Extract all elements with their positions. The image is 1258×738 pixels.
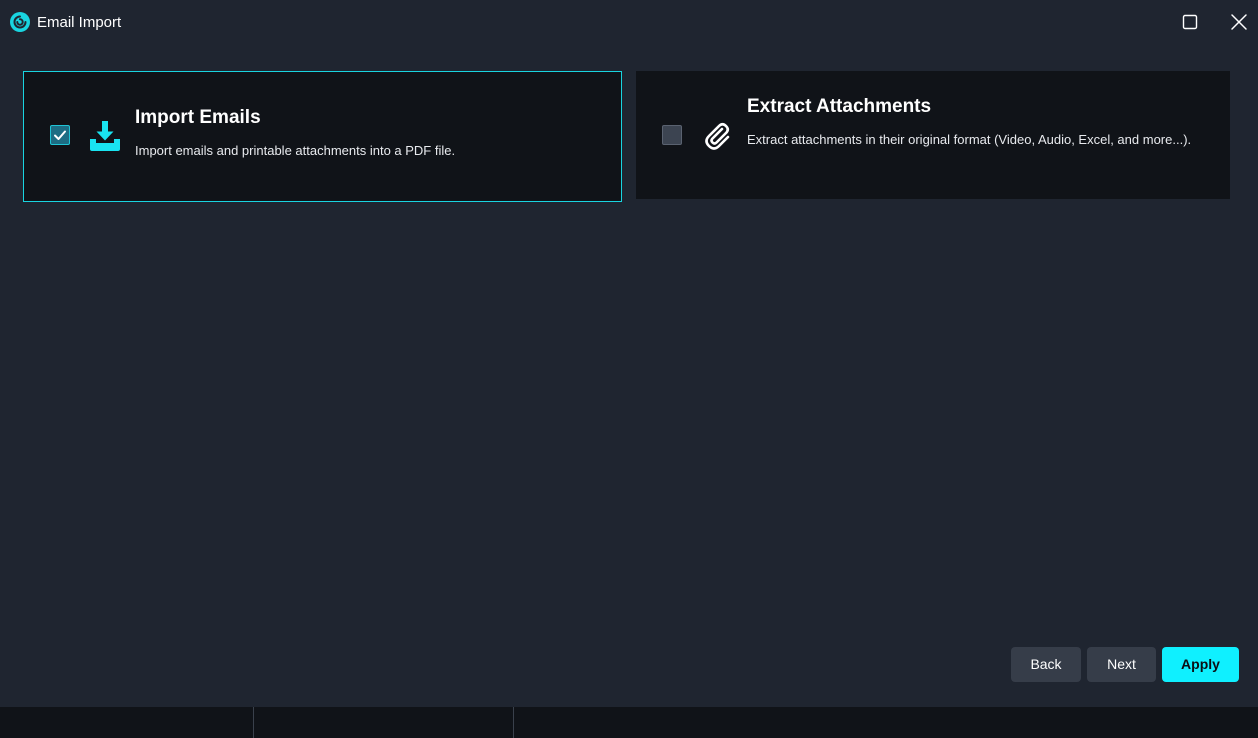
- back-button[interactable]: Back: [1011, 647, 1081, 682]
- extract-attachments-checkbox[interactable]: [662, 125, 682, 145]
- app-logo-icon: [10, 12, 30, 32]
- import-emails-title: Import Emails: [135, 107, 261, 128]
- import-emails-description: Import emails and printable attachments …: [135, 143, 456, 158]
- import-emails-option[interactable]: Import Emails Import emails and printabl…: [23, 71, 622, 202]
- extract-attachments-description: Extract attachments in their original fo…: [747, 132, 1192, 147]
- paperclip-icon: [705, 122, 730, 150]
- status-divider: [253, 707, 254, 738]
- import-emails-checkbox[interactable]: [50, 125, 70, 145]
- maximize-icon[interactable]: [1180, 12, 1200, 32]
- next-button[interactable]: Next: [1087, 647, 1156, 682]
- status-divider: [513, 707, 514, 738]
- checkmark-icon: [54, 130, 66, 140]
- title-bar: Email Import: [0, 0, 1258, 44]
- close-icon[interactable]: [1229, 12, 1249, 32]
- extract-attachments-option[interactable]: Extract Attachments Extract attachments …: [636, 71, 1230, 199]
- window-title: Email Import: [37, 14, 122, 31]
- email-import-window: Email Import Import Emails Import emails…: [0, 0, 1258, 738]
- download-tray-icon: [90, 121, 120, 151]
- extract-attachments-title: Extract Attachments: [747, 96, 932, 117]
- status-bar: [0, 707, 1258, 738]
- apply-button[interactable]: Apply: [1162, 647, 1239, 682]
